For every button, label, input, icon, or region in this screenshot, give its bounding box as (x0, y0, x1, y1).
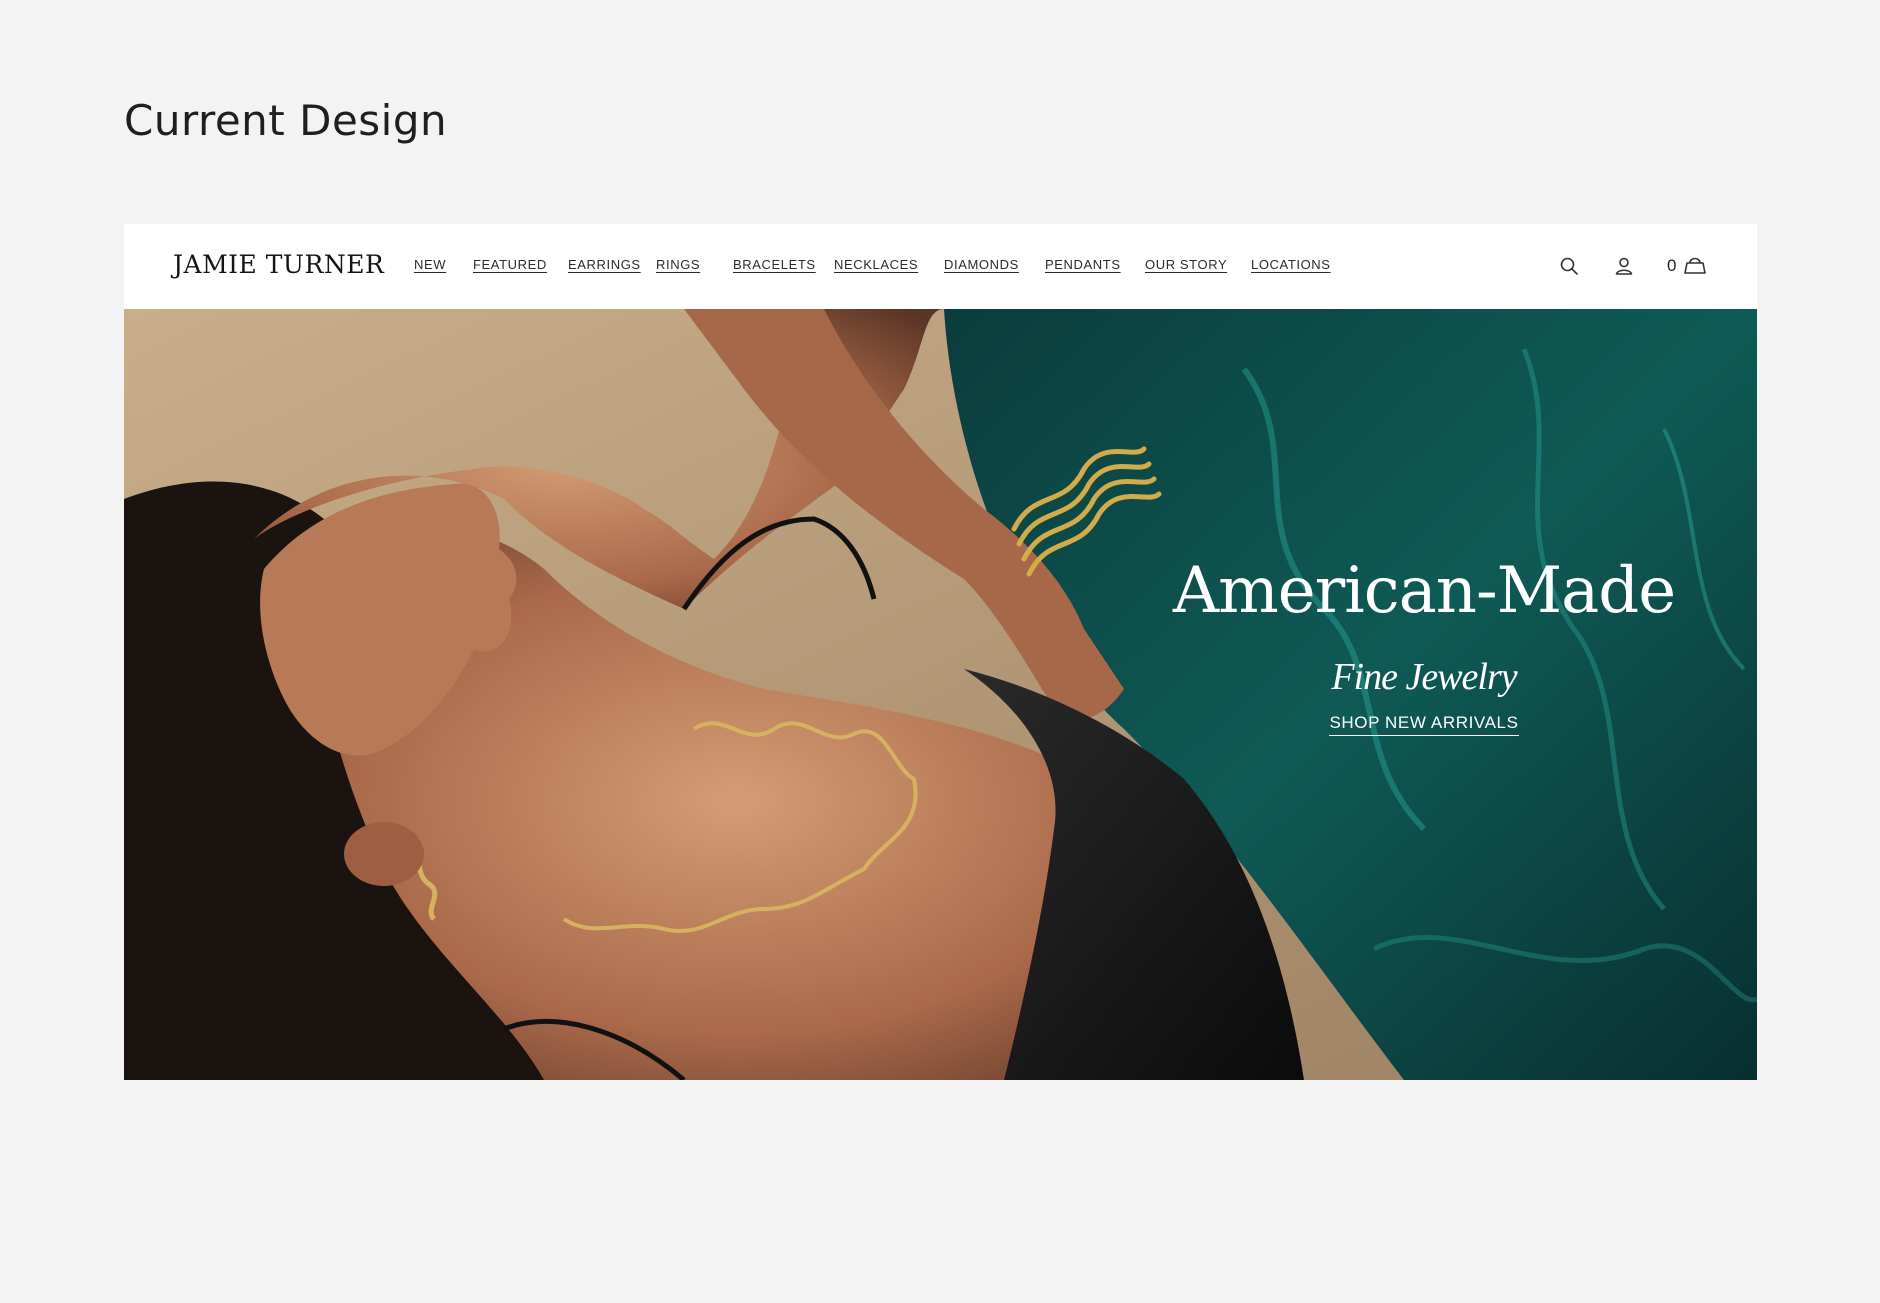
search-icon[interactable] (1557, 254, 1581, 278)
nav-new[interactable]: NEW (414, 257, 446, 272)
nav-pendants[interactable]: PENDANTS (1045, 257, 1121, 272)
nav-earrings[interactable]: EARRINGS (568, 257, 641, 272)
cart-count: 0 (1667, 256, 1677, 275)
nav-our-story[interactable]: OUR STORY (1145, 257, 1227, 272)
user-icon[interactable] (1612, 254, 1636, 278)
hero-title: American-Made (1172, 554, 1676, 628)
page-heading: Current Design (124, 96, 448, 145)
brand-logo[interactable]: JAMIE TURNER (173, 250, 384, 279)
header-actions: 0 (1557, 254, 1717, 278)
bag-icon[interactable] (1681, 254, 1709, 278)
nav-featured[interactable]: FEATURED (473, 257, 547, 272)
hero-banner: American-Made Fine Jewelry SHOP NEW ARRI… (124, 309, 1757, 1080)
hero-copy: American-Made Fine Jewelry SHOP NEW ARRI… (1144, 559, 1704, 736)
site-header: JAMIE TURNER NEW FEATURED EARRINGS RINGS… (124, 224, 1757, 309)
shop-new-arrivals-link[interactable]: SHOP NEW ARRIVALS (1329, 713, 1519, 736)
hero-subtitle: Fine Jewelry (1331, 656, 1517, 698)
nav-bracelets[interactable]: BRACELETS (733, 257, 816, 272)
website-mockup: JAMIE TURNER NEW FEATURED EARRINGS RINGS… (124, 224, 1757, 1080)
presentation-canvas: Current Design JAMIE TURNER NEW FEATURED… (0, 0, 1880, 1303)
nav-diamonds[interactable]: DIAMONDS (944, 257, 1019, 272)
nav-rings[interactable]: RINGS (656, 257, 700, 272)
nav-necklaces[interactable]: NECKLACES (834, 257, 918, 272)
nav-locations[interactable]: LOCATIONS (1251, 257, 1331, 272)
